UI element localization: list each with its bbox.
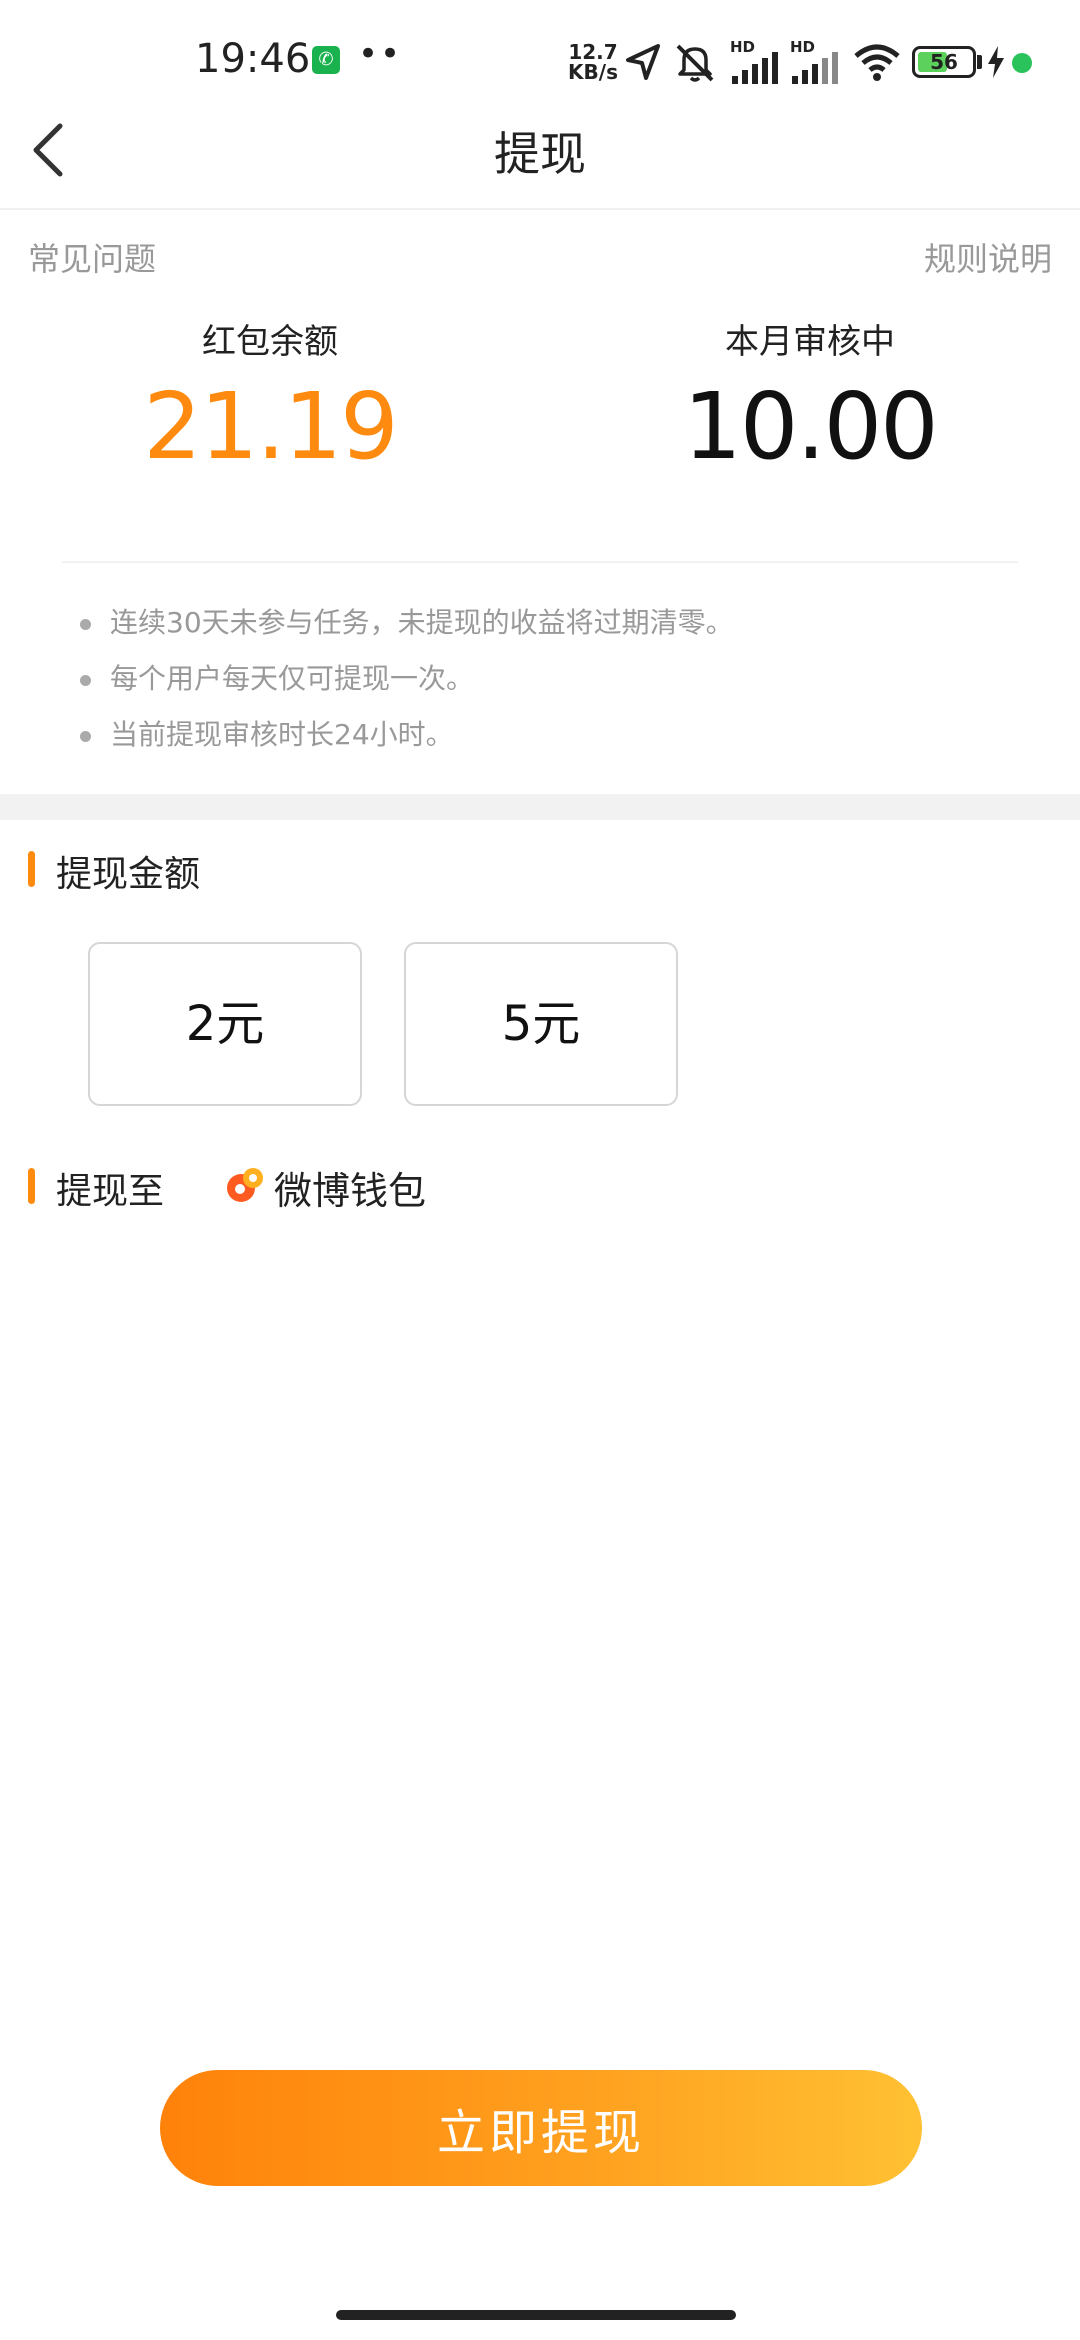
status-bar: 19:46 ✆ •• 12.7 KB/s HD HD 56 <box>0 0 1080 130</box>
battery-percent: 56 <box>930 50 958 74</box>
wallet-name[interactable]: 微博钱包 <box>274 1160 426 1215</box>
faq-link[interactable]: 常见问题 <box>28 234 156 280</box>
page-title: 提现 <box>494 127 586 181</box>
network-speed-value: 12.7 <box>568 40 618 64</box>
nav-divider <box>0 208 1080 210</box>
destination-label: 提现至 <box>56 1171 165 1212</box>
network-speed: 12.7 KB/s <box>566 42 620 82</box>
balance-label: 红包余额 <box>202 322 338 362</box>
notes-list: 连续30天未参与任务，未提现的收益将过期清零。 每个用户每天仅可提现一次。 当前… <box>80 600 734 768</box>
stats-divider <box>62 561 1018 563</box>
more-notifications-icon: •• <box>358 34 403 74</box>
balance-value: 21.19 <box>143 373 398 480</box>
wifi-icon <box>854 44 900 81</box>
cellular-signal-2-icon: HD <box>790 40 838 84</box>
pending-value: 10.00 <box>683 373 938 480</box>
note-item: 每个用户每天仅可提现一次。 <box>80 656 734 712</box>
status-time: 19:46 <box>195 36 311 82</box>
note-item: 连续30天未参与任务，未提现的收益将过期清零。 <box>80 600 734 656</box>
amount-section-title: 提现金额 <box>56 854 201 895</box>
withdraw-now-button[interactable]: 立即提现 <box>160 2070 922 2186</box>
weibo-wallet-icon <box>227 1168 263 1202</box>
battery-icon: 56 <box>912 46 976 78</box>
home-indicator <box>336 2310 736 2320</box>
rules-link[interactable]: 规则说明 <box>924 234 1052 280</box>
privacy-indicator-dot <box>1012 53 1032 73</box>
section-accent-bar <box>28 851 35 887</box>
balance-stat: 红包余额 21.19 <box>70 314 470 473</box>
location-arrow-icon <box>626 44 660 80</box>
amount-option-2[interactable]: 2元 <box>88 942 362 1106</box>
pending-stat: 本月审核中 10.00 <box>610 314 1010 473</box>
battery-cap <box>977 55 982 69</box>
mute-bell-icon <box>676 44 714 82</box>
phone-icon: ✆ <box>312 46 340 74</box>
cellular-signal-1-icon: HD <box>730 40 778 84</box>
pending-label: 本月审核中 <box>725 322 895 362</box>
amount-option-5[interactable]: 5元 <box>404 942 678 1106</box>
section-separator <box>0 794 1080 820</box>
section-accent-bar <box>28 1168 35 1204</box>
charging-bolt-icon <box>988 46 1004 78</box>
network-speed-unit: KB/s <box>568 60 618 84</box>
note-item: 当前提现审核时长24小时。 <box>80 712 734 768</box>
